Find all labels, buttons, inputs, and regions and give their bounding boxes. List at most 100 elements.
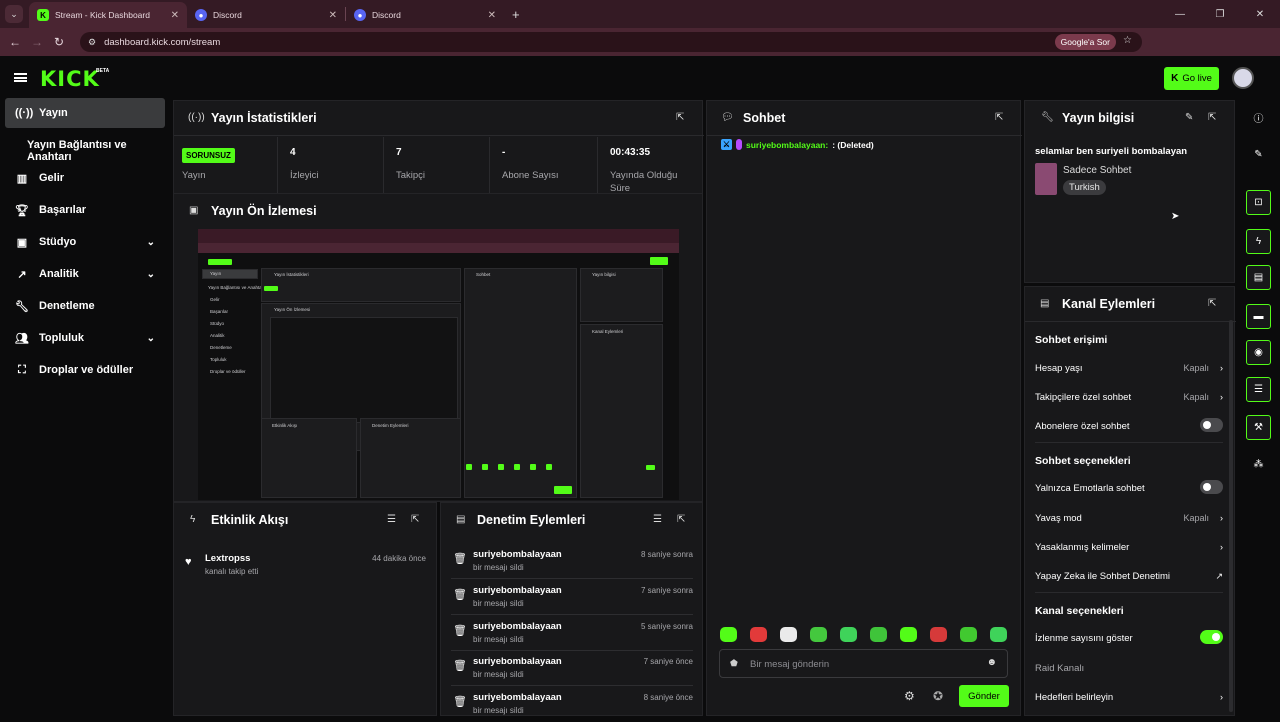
channel-actions-icon[interactable]: ☰ xyxy=(1246,377,1271,402)
wrench-icon[interactable]: ⚒ xyxy=(1246,415,1271,440)
moderation-item: 🗑︎ suriyebombalayaan bir mesajı sildi 5 … xyxy=(451,615,693,651)
google-ask-button[interactable]: Google'a Sor xyxy=(1054,34,1116,50)
reload-icon[interactable]: ↻ xyxy=(48,35,70,49)
popout-icon[interactable]: ⇱ xyxy=(411,514,419,525)
minimize-icon[interactable]: — xyxy=(1160,9,1200,20)
chat-panel: 💬︎ Sohbet ⇱ ⚔ suriyebombalayaan: : (Dele… xyxy=(706,100,1022,716)
gear-icon[interactable]: ⚙ xyxy=(904,689,915,703)
chat-message: ⚔ suriyebombalayaan: : (Deleted) xyxy=(721,139,874,150)
emote-icon[interactable] xyxy=(780,627,797,642)
browser-tab-discord[interactable]: ● Discord ✕ xyxy=(187,2,345,28)
subscribers-only-setting: Abonelere özel sohbet xyxy=(1035,418,1223,432)
go-live-button[interactable]: K Go live xyxy=(1164,67,1219,90)
emote-icon[interactable] xyxy=(840,627,857,642)
emote-icon[interactable] xyxy=(720,627,737,642)
panel-title: Yayın bilgisi xyxy=(1062,111,1135,125)
sidebar-item-gelir[interactable]: ▥ Gelir xyxy=(5,163,165,193)
subscribers-only-toggle[interactable] xyxy=(1200,418,1223,432)
sidebar-item-yayin[interactable]: ((·)) Yayın xyxy=(5,98,165,128)
send-button[interactable]: Gönder xyxy=(959,685,1009,707)
url-text: dashboard.kick.com/stream xyxy=(104,36,221,48)
add-widget-icon[interactable]: ⁂ xyxy=(1246,452,1271,477)
slow-mode-setting[interactable]: Yavaş mod Kapalı › xyxy=(1035,513,1223,524)
stream-preview-video[interactable]: Yayın Yayın Bağlantısı ve Anahtarı Gelir… xyxy=(198,229,679,500)
popout-icon[interactable]: ⇱ xyxy=(1208,298,1216,309)
chat-identity-icon[interactable]: ✪ xyxy=(933,689,943,703)
account-age-setting[interactable]: Hesap yaşı Kapalı › xyxy=(1035,363,1223,374)
broadcast-icon: ((·)) xyxy=(188,112,205,123)
chat-input[interactable]: ⬟ Bir mesaj gönderin ☻ xyxy=(719,649,1008,678)
mouse-cursor-icon: ➤ xyxy=(1171,211,1180,222)
popout-icon[interactable]: ⇱ xyxy=(1208,112,1216,123)
raid-channel-setting: Raid Kanalı xyxy=(1035,663,1085,674)
maximize-icon[interactable]: ❐ xyxy=(1200,9,1240,20)
gift-icon: ⛶ xyxy=(18,363,26,376)
chat-bubble-icon[interactable]: ▬ xyxy=(1246,304,1271,329)
kick-k-icon: K xyxy=(1171,73,1179,84)
right-rail: ⓘ ✎ ⊡ ϟ ▤ ▬ ◉ ☰ ⚒ ⁂ xyxy=(1237,98,1280,720)
set-goals-setting[interactable]: Hedefleri belirleyin › xyxy=(1035,692,1223,703)
stat-cell-viewers: 4 İzleyici xyxy=(278,137,384,197)
chat-username[interactable]: suriyebombalayaan: xyxy=(746,140,828,150)
emotes-only-toggle[interactable] xyxy=(1200,480,1223,494)
sidebar-item-topluluk[interactable]: 👥︎ Topluluk ⌄ xyxy=(5,323,165,353)
sidebar-item-studyo[interactable]: ▣ Stüdyo ⌄ xyxy=(5,227,165,257)
close-window-icon[interactable]: ✕ xyxy=(1240,9,1280,20)
ai-moderation-link[interactable]: Yapay Zeka ile Sohbet Denetimi ↗ xyxy=(1035,571,1223,582)
browser-tab-kick[interactable]: K Stream - Kick Dashboard ✕ xyxy=(29,2,187,28)
emote-icon[interactable] xyxy=(990,627,1007,642)
category-name[interactable]: Sadece Sohbet xyxy=(1063,165,1131,176)
tab-title: Discord xyxy=(372,10,401,20)
emote-icon[interactable] xyxy=(750,627,767,642)
info-icon[interactable]: ⓘ xyxy=(1246,105,1271,130)
hamburger-menu-icon[interactable] xyxy=(14,73,27,82)
filter-icon[interactable]: ☰ xyxy=(387,514,396,525)
close-tab-icon[interactable]: ✕ xyxy=(488,10,496,21)
emoji-icon[interactable]: ☻ xyxy=(986,657,997,668)
chat-placeholder: Bir mesaj gönderin xyxy=(750,659,830,670)
show-viewers-toggle[interactable] xyxy=(1200,630,1223,644)
chat-message-text: : (Deleted) xyxy=(832,139,874,150)
edit-icon[interactable]: ✎ xyxy=(1185,112,1193,123)
banned-words-setting[interactable]: Yasaklanmış kelimeler › xyxy=(1035,542,1223,553)
address-toolbar: ← → ↻ ⚙ dashboard.kick.com/stream Google… xyxy=(0,28,1280,76)
bookmark-star-icon[interactable]: ☆ xyxy=(1123,35,1132,46)
followers-only-setting[interactable]: Takipçilere özel sohbet Kapalı › xyxy=(1035,392,1223,403)
stat-cell-subs: - Abone Sayısı xyxy=(490,137,598,197)
popout-icon[interactable]: ⇱ xyxy=(677,514,685,525)
channel-actions-scrollbar[interactable] xyxy=(1229,320,1233,712)
broadcast-icon[interactable]: ◉ xyxy=(1246,340,1271,365)
sidebar-item-droplar[interactable]: ⛶ Droplar ve ödüller xyxy=(5,355,165,385)
popout-icon[interactable]: ⇱ xyxy=(995,112,1003,123)
user-avatar[interactable] xyxy=(1232,67,1254,89)
kick-logo[interactable]: KICK xyxy=(40,67,100,91)
stat-value: 00:43:35 xyxy=(610,147,651,158)
document-icon[interactable]: ▤ xyxy=(1246,265,1271,290)
lightning-icon[interactable]: ϟ xyxy=(1246,229,1271,254)
browser-tab-discord-2[interactable]: ● Discord ✕ xyxy=(346,2,504,28)
close-tab-icon[interactable]: ✕ xyxy=(171,10,179,21)
url-bar[interactable]: ⚙ dashboard.kick.com/stream Google'a Sor… xyxy=(80,32,1142,52)
site-info-icon[interactable]: ⚙ xyxy=(88,37,96,48)
emote-icon[interactable] xyxy=(960,627,977,642)
new-tab-button[interactable]: + xyxy=(512,7,520,22)
emote-icon[interactable] xyxy=(870,627,887,642)
back-icon[interactable]: ← xyxy=(4,35,26,49)
emote-icon[interactable] xyxy=(900,627,917,642)
category-thumbnail xyxy=(1035,163,1057,195)
edit-icon[interactable]: ✎ xyxy=(1246,142,1271,167)
tab-search-button[interactable]: ⌄ xyxy=(5,5,23,23)
emote-icon[interactable] xyxy=(930,627,947,642)
moderation-actions-panel: ▤ Denetim Eylemleri ☰ ⇱ 🗑︎ suriyebombala… xyxy=(440,502,703,716)
sidebar-item-analitik[interactable]: ↗ Analitik ⌄ xyxy=(5,259,165,289)
trophy-icon: 🏆︎ xyxy=(15,204,29,217)
close-tab-icon[interactable]: ✕ xyxy=(329,10,337,21)
sidebar-item-stream-key[interactable]: Yayın Bağlantısı ve Anahtarı xyxy=(27,139,170,163)
forward-icon[interactable]: → xyxy=(26,35,48,49)
focus-icon[interactable]: ⊡ xyxy=(1246,190,1271,215)
emote-icon[interactable] xyxy=(810,627,827,642)
filter-icon[interactable]: ☰ xyxy=(653,514,662,525)
sidebar-item-denetleme[interactable]: 🔧︎ Denetleme xyxy=(5,291,165,321)
popout-icon[interactable]: ⇱ xyxy=(676,112,684,123)
sidebar-item-basarilar[interactable]: 🏆︎ Başarılar xyxy=(5,195,165,225)
